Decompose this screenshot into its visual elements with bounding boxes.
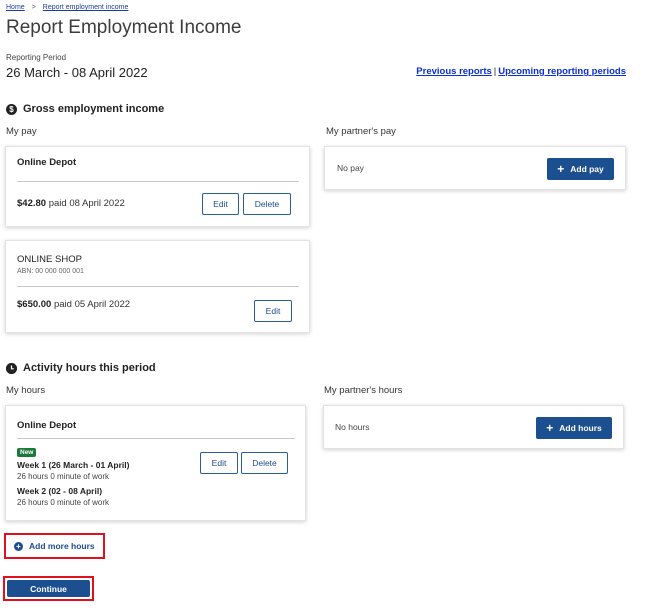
partner-hours-label: My partner's hours [324, 385, 403, 396]
upcoming-periods-link[interactable]: Upcoming reporting periods [498, 66, 626, 77]
week-1-detail: 26 hours 0 minute of work [17, 472, 110, 481]
pay-summary: $650.00 paid 05 April 2022 [17, 299, 130, 310]
delete-hours-button[interactable]: Delete [241, 452, 288, 474]
plus-circle-icon: + [14, 541, 23, 551]
my-hours-label: My hours [6, 385, 46, 396]
pay-amount: $42.80 [17, 198, 47, 209]
pay-date: 05 April 2022 [74, 299, 131, 310]
employer-name: Online Depot [17, 420, 77, 431]
add-hours-button[interactable]: + Add hours [536, 417, 612, 439]
edit-pay-button[interactable]: Edit [202, 193, 239, 215]
edit-pay-button[interactable]: Edit [254, 300, 292, 322]
employer-name: Online Depot [17, 157, 77, 168]
employer-abn: ABN: 00 000 000 001 [17, 268, 84, 275]
gross-income-heading-text: Gross employment income [23, 103, 165, 115]
week-1-title: Week 1 (26 March - 01 April) [17, 460, 130, 470]
add-pay-button-label: Add pay [570, 164, 604, 174]
reporting-period-label: Reporting Period [6, 53, 67, 62]
breadcrumb-home-link[interactable]: Home [6, 4, 25, 11]
activity-heading: Activity hours this period [6, 362, 156, 374]
paid-word: paid [53, 299, 72, 310]
link-divider: | [493, 66, 497, 77]
pay-amount: $650.00 [17, 299, 52, 310]
partner-pay-label: My partner's pay [326, 126, 396, 137]
gross-income-heading: $ Gross employment income [6, 103, 164, 115]
add-more-hours-link[interactable]: + Add more hours [4, 533, 105, 559]
paid-word: paid [48, 198, 67, 209]
breadcrumb-current-link[interactable]: Report employment income [43, 4, 129, 11]
no-hours-text: No hours [335, 422, 370, 432]
week-2-title: Week 2 (02 - 08 April) [17, 486, 103, 496]
employer-name: ONLINE SHOP [17, 254, 82, 265]
pay-date: 08 April 2022 [69, 198, 125, 209]
divider [17, 286, 299, 287]
partner-pay-card: No pay + Add pay [324, 146, 626, 190]
add-more-hours-label: Add more hours [29, 541, 95, 551]
divider [17, 181, 299, 182]
week-2-detail: 26 hours 0 minute of work [17, 498, 110, 507]
add-hours-button-label: Add hours [559, 423, 602, 433]
hours-card-online-depot: Online Depot New Week 1 (26 March - 01 A… [5, 405, 306, 521]
delete-pay-button[interactable]: Delete [243, 193, 291, 215]
add-pay-button[interactable]: + Add pay [547, 158, 614, 180]
report-links: Previous reports | Upcoming reporting peri… [416, 66, 626, 77]
pay-summary: $42.80 paid 08 April 2022 [17, 198, 125, 209]
clock-icon [6, 362, 17, 374]
plus-icon: + [557, 162, 565, 176]
pay-card-online-shop: ONLINE SHOP ABN: 00 000 000 001 $650.00 … [5, 240, 310, 333]
activity-heading-text: Activity hours this period [23, 362, 156, 374]
new-badge: New [17, 448, 37, 457]
divider [17, 438, 295, 439]
edit-hours-button[interactable]: Edit [200, 452, 238, 474]
my-pay-label: My pay [6, 126, 37, 137]
plus-icon: + [546, 421, 554, 435]
pay-card-online-depot: Online Depot $42.80 paid 08 April 2022 E… [5, 146, 310, 227]
reporting-period-value: 26 March - 08 April 2022 [6, 65, 148, 80]
no-pay-text: No pay [337, 163, 364, 173]
dollar-icon: $ [6, 103, 17, 115]
partner-hours-card: No hours + Add hours [323, 405, 624, 449]
previous-reports-link[interactable]: Previous reports [416, 66, 492, 77]
breadcrumb-separator: > [31, 4, 36, 11]
continue-button[interactable]: Continue [7, 580, 90, 597]
continue-highlight: Continue [3, 576, 94, 601]
page-title: Report Employment Income [6, 17, 242, 38]
breadcrumb: Home > Report employment income [6, 4, 128, 11]
